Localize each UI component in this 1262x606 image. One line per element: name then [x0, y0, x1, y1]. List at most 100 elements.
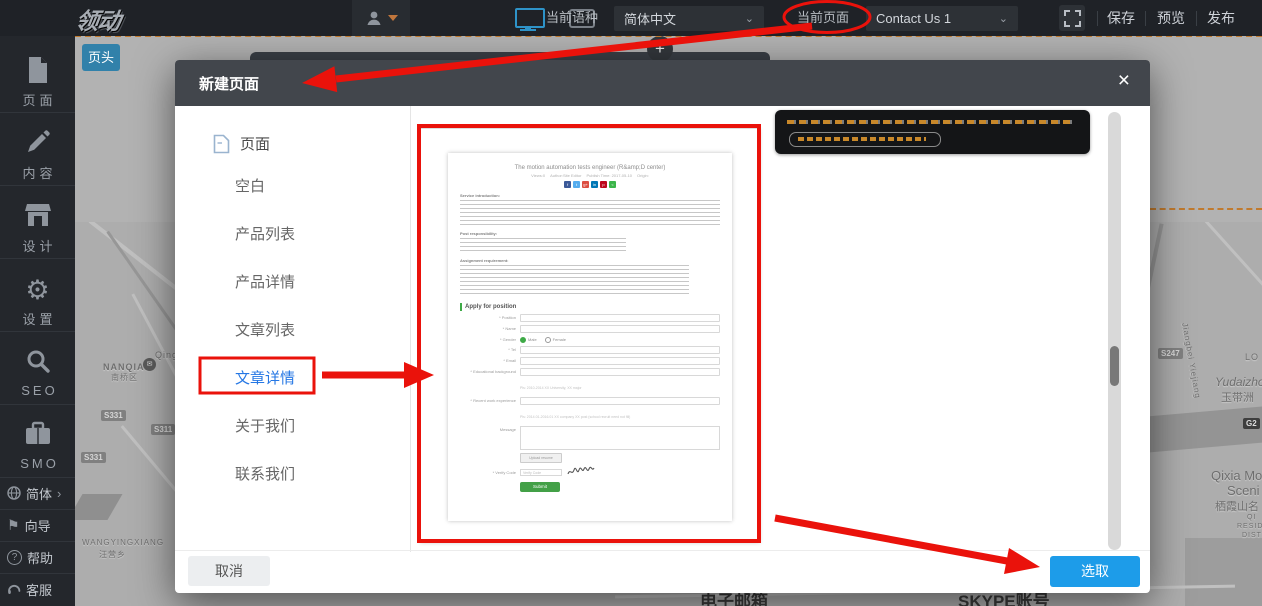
- sidebar-tool-label: 向导: [25, 516, 51, 535]
- desktop-view-icon[interactable]: [515, 8, 545, 28]
- preview-form-label: * Recent work experience: [460, 397, 520, 404]
- language-select[interactable]: 简体中文 ⌄: [614, 6, 764, 31]
- preview-form-label: * Tel: [460, 346, 520, 353]
- google-plus-icon: g+: [582, 181, 589, 188]
- map-road-badge: S331: [101, 410, 126, 421]
- template-preview-article-detail[interactable]: The motion automation tests engineer (R&…: [420, 128, 760, 542]
- preview-radio-female: Female: [545, 336, 566, 343]
- close-icon[interactable]: ×: [1118, 69, 1130, 93]
- template-item-blank[interactable]: 空白: [235, 175, 265, 196]
- preview-form-input: [520, 397, 720, 405]
- help-icon: ?: [7, 550, 22, 565]
- twitter-icon: t: [573, 181, 580, 188]
- language-label: 当前语种: [546, 0, 598, 36]
- sidebar-item-label: 页面: [22, 93, 56, 108]
- preview-form-input: [520, 325, 720, 333]
- sidebar-tool-support[interactable]: 客服: [0, 573, 75, 604]
- divider: [175, 550, 1150, 551]
- language-select-value: 简体中文: [624, 9, 676, 28]
- map-label: Jiangbei Yiejiang: [1180, 322, 1202, 399]
- template-preview-fragment[interactable]: [775, 110, 1090, 154]
- map-road: [1177, 222, 1262, 318]
- preview-apply-heading: Apply for position: [460, 303, 720, 311]
- chevron-down-icon: ⌄: [745, 12, 754, 25]
- pencil-icon: [0, 129, 75, 159]
- preview-button[interactable]: 预览: [1157, 0, 1185, 36]
- chevron-right-icon: ›: [57, 486, 61, 501]
- brand-logo: 领动: [74, 2, 123, 36]
- sidebar-item-pages[interactable]: 页面: [0, 46, 75, 119]
- sidebar-tool-language[interactable]: 简体 ›: [0, 477, 75, 508]
- green-accent-bar: [460, 303, 462, 311]
- preview-paragraph: [460, 238, 626, 253]
- preview-submit-button: Submit: [520, 482, 560, 492]
- sidebar-item-design[interactable]: 设计: [0, 192, 75, 265]
- divider: [410, 106, 411, 552]
- preview-form-label: * Gender: [460, 336, 520, 343]
- map-label: Yudaizho: [1215, 375, 1262, 389]
- radio-icon: [545, 337, 551, 343]
- template-preview-document: The motion automation tests engineer (R&…: [448, 153, 732, 521]
- sidebar-tool-wizard[interactable]: ⚑ 向导: [0, 509, 75, 540]
- preview-outlined-notice: [789, 132, 941, 147]
- preview-paragraph: [460, 265, 689, 296]
- category-header-label: 页面: [240, 133, 270, 154]
- sidebar-tool-label: 帮助: [27, 548, 53, 567]
- template-item-product-list[interactable]: 产品列表: [235, 223, 295, 244]
- preview-share-icons: f t g+ in p <: [460, 181, 720, 188]
- template-item-product-detail[interactable]: 产品详情: [235, 271, 295, 292]
- sidebar-tool-label: 客服: [26, 580, 52, 599]
- preview-form-label: * Position: [460, 314, 520, 321]
- sidebar-item-seo[interactable]: SEO: [0, 338, 75, 411]
- user-avatar-icon: [365, 9, 383, 27]
- sidebar-tool-help[interactable]: ? 帮助: [0, 541, 75, 572]
- publish-button[interactable]: 发布: [1207, 0, 1235, 36]
- preview-form-label: * Name: [460, 325, 520, 332]
- sidebar-item-settings[interactable]: ⚙ 设置: [0, 265, 75, 338]
- briefcase-icon: [0, 421, 75, 451]
- radio-icon: [520, 337, 526, 343]
- map-park: [1185, 538, 1262, 606]
- preview-paragraph: [460, 200, 720, 226]
- map-label: Qixia Mo: [1211, 468, 1262, 483]
- preview-upload-button: Upload resume: [520, 453, 562, 463]
- sidebar-item-label: 设计: [22, 239, 56, 254]
- section-outline-icon[interactable]: [1059, 5, 1085, 31]
- template-item-contact-us[interactable]: 联系我们: [235, 463, 295, 484]
- page-header-badge[interactable]: 页头: [82, 44, 120, 71]
- select-button[interactable]: 选取: [1050, 556, 1140, 587]
- preview-form-input: [520, 368, 720, 376]
- add-section-button[interactable]: +: [647, 36, 673, 62]
- preview-article-meta: Views:0 Author:Site Editor Publish Time:…: [460, 173, 720, 178]
- map-label: 汪营乡: [99, 549, 126, 560]
- modal-scrollbar-thumb[interactable]: [1110, 346, 1119, 386]
- map-road-badge: G2: [1243, 418, 1260, 429]
- template-item-article-list[interactable]: 文章列表: [235, 319, 295, 340]
- preview-verify-input: Verify Code: [520, 469, 562, 476]
- sidebar-item-content[interactable]: 内容: [0, 119, 75, 192]
- top-toolbar: 领动 当前语种 简体中文 ⌄ 当前页面 Contact Us 1 ⌄ 保存 预览: [0, 0, 1262, 36]
- current-page-select[interactable]: Contact Us 1 ⌄: [866, 6, 1018, 31]
- sidebar-item-smo[interactable]: SMO: [0, 411, 75, 477]
- template-item-about-us[interactable]: 关于我们: [235, 415, 295, 436]
- preview-section-heading: Assignment requirement:: [460, 258, 720, 263]
- gear-icon: ⚙: [0, 275, 75, 305]
- preview-form-label: Message: [460, 426, 520, 433]
- category-header-pages: 页面: [213, 133, 270, 154]
- preview-form-input: [520, 314, 720, 322]
- save-button[interactable]: 保存: [1107, 0, 1135, 36]
- map-road-badge: S311: [151, 424, 175, 435]
- preview-form-hint: Pls: 2010-2014 XX University, XX major: [520, 386, 582, 390]
- chevron-down-icon: [388, 15, 398, 21]
- map-label: 玉带洲: [1221, 389, 1254, 405]
- editable-region-dashed-border: [1150, 208, 1262, 210]
- user-menu[interactable]: [352, 0, 410, 36]
- divider: [1097, 11, 1098, 26]
- sidebar-item-label: SEO: [21, 383, 57, 398]
- sidebar-item-label: 设置: [22, 312, 56, 327]
- cancel-button[interactable]: 取消: [188, 556, 270, 586]
- template-item-article-detail[interactable]: 文章详情: [235, 367, 295, 388]
- modal-scrollbar-track[interactable]: [1108, 112, 1121, 550]
- current-page-select-value: Contact Us 1: [876, 11, 951, 26]
- preview-form-label: * Educational background: [460, 368, 520, 375]
